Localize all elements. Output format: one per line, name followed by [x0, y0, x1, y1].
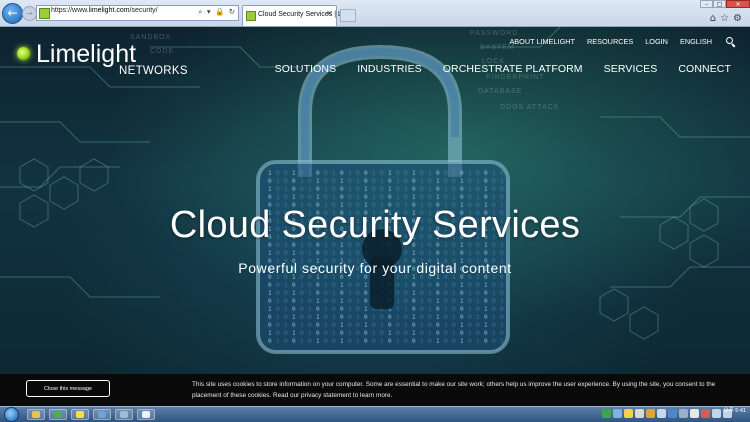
url-host: limelight.com [88, 7, 130, 14]
tab-title: Cloud Security Services | L... [258, 11, 348, 18]
minimize-button[interactable]: – [700, 0, 713, 8]
tab-close-icon[interactable]: ✕ [326, 9, 333, 18]
binary-digit-column: 0101001010010100101001 [476, 170, 480, 345]
maximize-button[interactable]: □ [713, 0, 726, 8]
tray-icon-4[interactable] [635, 409, 644, 418]
binary-digit-column: 1010010100101001010010 [428, 170, 432, 345]
background-word: FINGERPRINT [486, 74, 544, 81]
binary-digit-column: 0100101001010010100101 [460, 170, 464, 345]
background-word: CODE [150, 48, 174, 55]
binary-digit-column: 1010010100101001010010 [308, 170, 312, 345]
address-bar[interactable]: https://www.limelight.com/security/ ⌕ ▾ … [36, 5, 239, 21]
background-word: SANDBOX [130, 34, 171, 41]
tray-network-icon[interactable] [712, 409, 721, 418]
clock-time: 오후 5:41 [723, 408, 746, 414]
binary-digit-column: 1001010010100101001010 [412, 170, 416, 345]
url-path: /security/ [129, 7, 158, 14]
windows-taskbar: 오후 5:41 [0, 406, 750, 422]
taskbar-folder-icon[interactable] [27, 409, 45, 420]
binary-digit-column: 1001010010100101001010 [292, 170, 296, 345]
binary-digit-column: 1010010100101001010010 [268, 170, 272, 345]
taskbar-browser-icon[interactable] [137, 409, 155, 420]
background-word: PASSWORD [470, 30, 518, 37]
site-favicon-icon [39, 8, 50, 19]
binary-digit-column: 1001010010100101001010 [332, 170, 336, 345]
binary-digit-column: 0100101001010010100101 [500, 170, 504, 345]
binary-digit-column: 0101001010010100101001 [436, 170, 440, 345]
binary-digit-column: 0100101001010010100101 [340, 170, 344, 345]
address-tools-icons[interactable]: ⌕ ▾ 🔒 ↻ [198, 7, 236, 17]
utility-link-language[interactable]: ENGLISH [680, 37, 712, 46]
binary-digit-column: 0100101001010010100101 [420, 170, 424, 345]
tray-icon-7[interactable] [668, 409, 677, 418]
cookie-notice-text: This site uses cookies to store informat… [192, 381, 716, 399]
binary-digit-column: 1010010100101001010010 [348, 170, 352, 345]
tray-icon-2[interactable] [613, 409, 622, 418]
forward-arrow-icon[interactable]: → [22, 6, 37, 21]
url-prefix: https://www. [51, 7, 89, 14]
close-cookie-message-button[interactable]: Close this message [26, 380, 110, 397]
nav-solutions[interactable]: SOLUTIONS [275, 63, 337, 75]
tab-active[interactable]: Cloud Security Services | L... ✕ [242, 5, 348, 26]
taskbar-window-icon[interactable] [115, 409, 133, 420]
utility-link-login[interactable]: LOGIN [645, 37, 668, 46]
binary-digit-column: 0101001010010100101001 [316, 170, 320, 345]
logo-glow-dot-icon [17, 47, 30, 60]
tray-icon-8[interactable] [679, 409, 688, 418]
background-word: DATABASE [478, 88, 522, 95]
nav-orchestrate-platform[interactable]: ORCHESTRATE PLATFORM [443, 63, 583, 75]
binary-digit-column: 1010010100101001010010 [468, 170, 472, 345]
binary-digit-column: 0010100101001010010100 [484, 170, 488, 345]
new-tab-button[interactable] [340, 9, 356, 22]
main-nav: SOLUTIONS INDUSTRIES ORCHESTRATE PLATFOR… [254, 63, 731, 75]
taskbar-clock[interactable]: 오후 5:41 [724, 408, 746, 414]
cookie-banner: Close this message This site uses cookie… [0, 374, 750, 406]
nav-connect[interactable]: CONNECT [678, 63, 731, 75]
taskbar-chrome-icon[interactable] [49, 409, 67, 420]
binary-digit-column: 0100101001010010100101 [300, 170, 304, 345]
nav-services[interactable]: SERVICES [604, 63, 658, 75]
utility-nav: ABOUT LIMELIGHT RESOURCES LOGIN ENGLISH [497, 37, 735, 46]
hero-subtitle: Powerful security for your digital conte… [238, 260, 512, 276]
binary-digit-column: 0101001010010100101001 [356, 170, 360, 345]
system-tray [600, 409, 732, 418]
taskbar-chat-icon[interactable] [71, 409, 89, 420]
tray-icon-10[interactable] [701, 409, 710, 418]
close-window-button[interactable]: ✕ [726, 0, 750, 8]
home-star-gear-icons[interactable]: ⌂☆⚙ [710, 13, 746, 24]
binary-digit-column: 0010100101001010010100 [284, 170, 288, 345]
utility-link-about[interactable]: ABOUT LIMELIGHT [509, 37, 575, 46]
logo-subtext: NETWORKS [119, 65, 188, 77]
browser-chrome: ← → https://www.limelight.com/security/ … [0, 0, 750, 27]
binary-digit-column: 1001010010100101001010 [492, 170, 496, 345]
binary-digit-column: 0101001010010100101001 [276, 170, 280, 345]
tray-icon-6[interactable] [657, 409, 666, 418]
tab-favicon-icon [246, 11, 256, 21]
address-url[interactable]: https://www.limelight.com/security/ [51, 7, 158, 14]
hero-title: Cloud Security Services [169, 204, 581, 246]
back-arrow-icon[interactable]: ← [2, 3, 23, 24]
start-button-icon[interactable] [4, 407, 19, 422]
tray-icon-3[interactable] [624, 409, 633, 418]
binary-digit-column: 0010100101001010010100 [324, 170, 328, 345]
binary-digit-column: 0010100101001010010100 [444, 170, 448, 345]
tray-icon-5[interactable] [646, 409, 655, 418]
security-background-illustration: 1 0 1 0 0 1 0 1 0 0 1 0 1 0 0 1 0 1 0 0 1 0 0 1 0 1 0 0 1 0 1 0 0 1 0 1 0 0 1 0… [0, 27, 750, 354]
utility-link-resources[interactable]: RESOURCES [587, 37, 633, 46]
binary-digit-column: 1001010010100101001010 [452, 170, 456, 345]
search-icon[interactable] [726, 37, 735, 46]
nav-industries[interactable]: INDUSTRIES [357, 63, 422, 75]
binary-digit-column: 0010100101001010010100 [404, 170, 408, 345]
webpage-viewport: 1010010100101001010010 010100101001010010… [0, 27, 750, 374]
tray-icon-9[interactable] [690, 409, 699, 418]
background-word: DDOS ATTACK [500, 104, 559, 111]
window-controls: – □ ✕ [700, 0, 750, 8]
tray-icon-1[interactable] [602, 409, 611, 418]
taskbar-app-icon[interactable] [93, 409, 111, 420]
